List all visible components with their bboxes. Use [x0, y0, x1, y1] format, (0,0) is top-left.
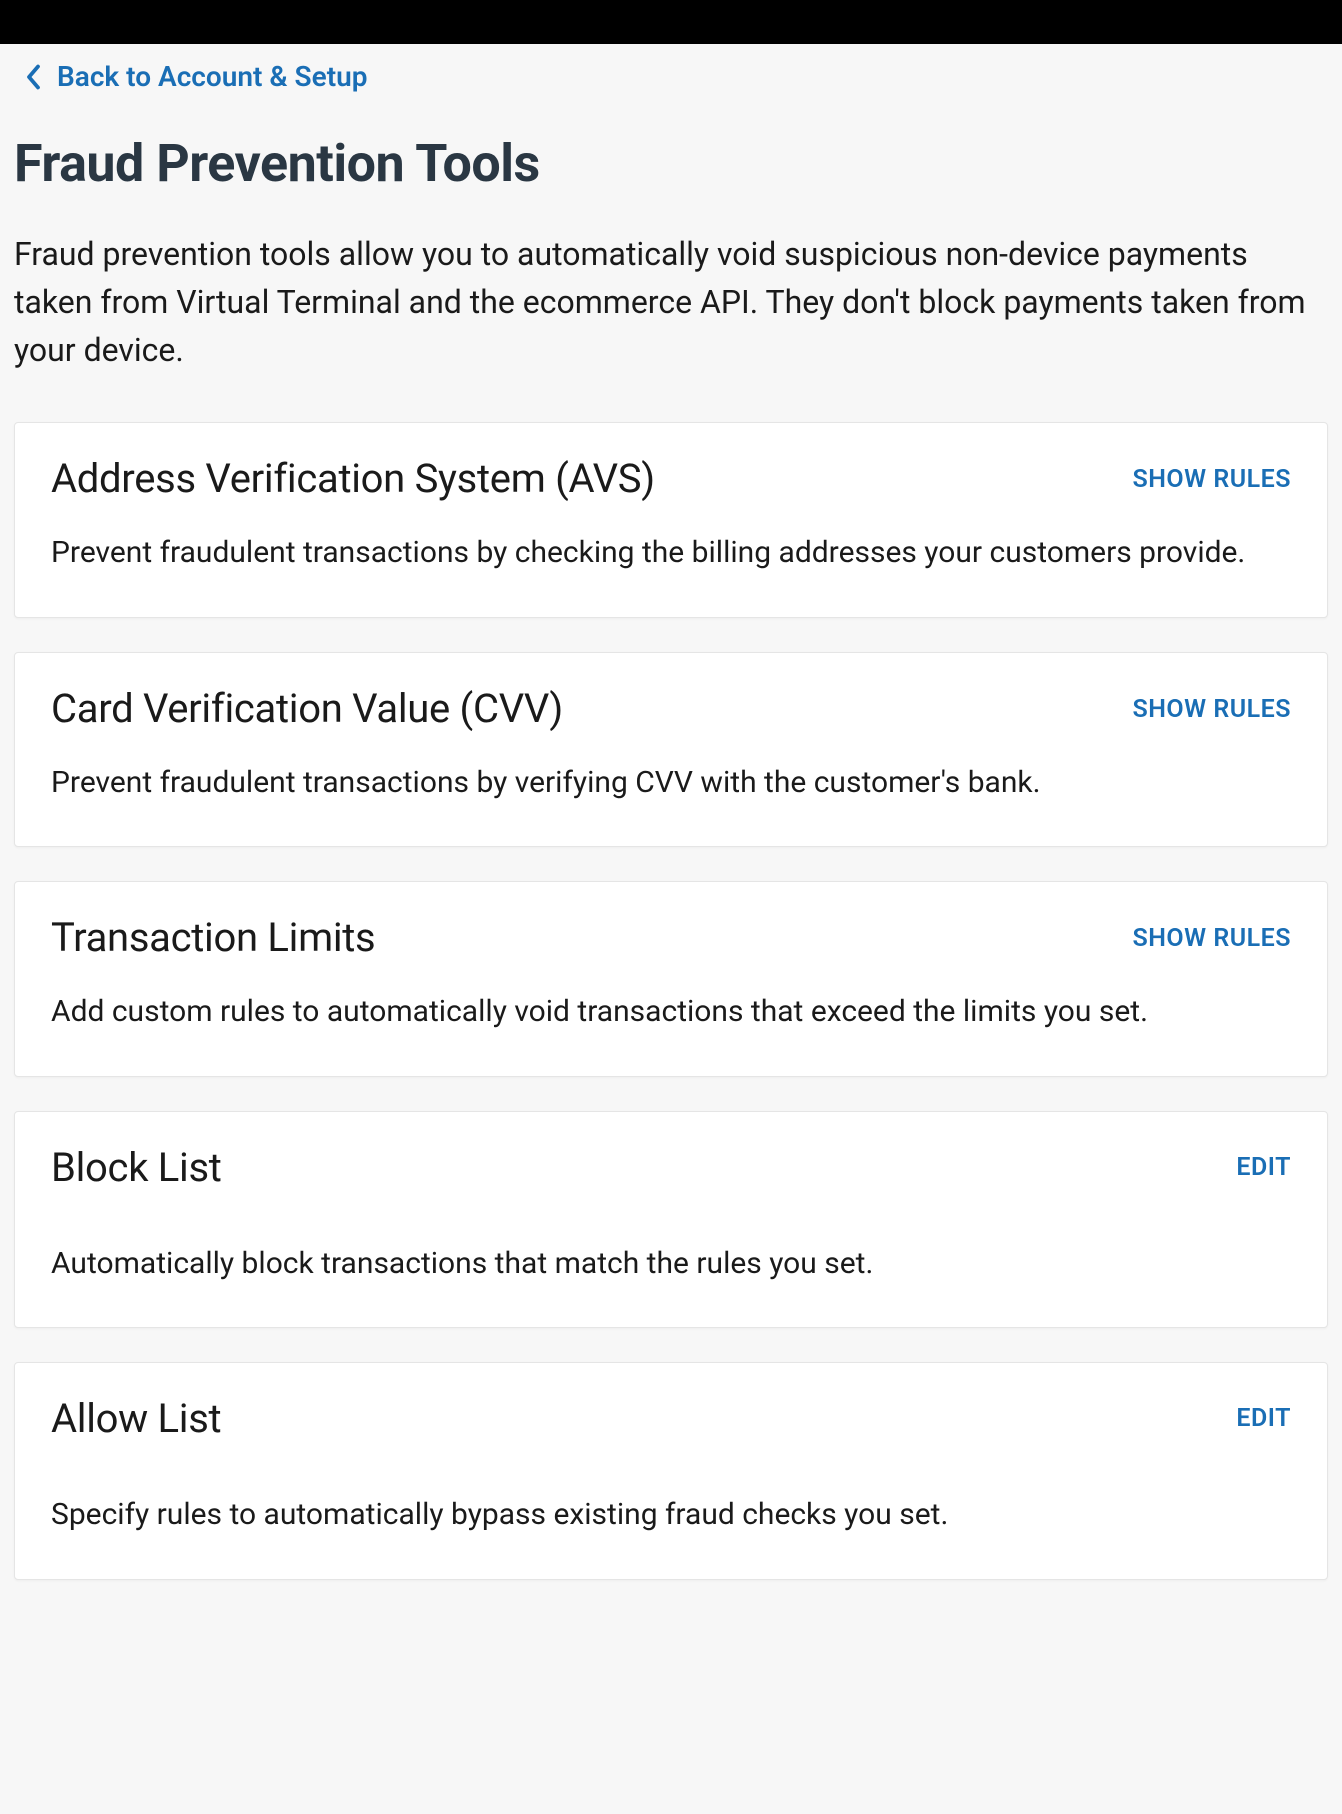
card-cvv-title: Card Verification Value (CVV): [51, 685, 563, 732]
show-rules-button-avs[interactable]: SHOW RULES: [1132, 465, 1291, 494]
show-rules-button-limits[interactable]: SHOW RULES: [1132, 924, 1291, 953]
card-allow-list: Allow List EDIT Specify rules to automat…: [14, 1362, 1328, 1580]
top-bar: [0, 0, 1342, 44]
back-link-label: Back to Account & Setup: [57, 60, 367, 93]
back-link[interactable]: Back to Account & Setup: [14, 60, 367, 93]
card-avs: Address Verification System (AVS) SHOW R…: [14, 422, 1328, 618]
card-cvv: Card Verification Value (CVV) SHOW RULES…: [14, 652, 1328, 848]
card-block-list-title: Block List: [51, 1144, 222, 1191]
card-block-list-description: Automatically block transactions that ma…: [51, 1241, 1291, 1288]
card-avs-header: Address Verification System (AVS) SHOW R…: [51, 455, 1291, 502]
card-allow-list-description: Specify rules to automatically bypass ex…: [51, 1492, 1291, 1539]
page-title: Fraud Prevention Tools: [14, 133, 1328, 194]
card-block-list: Block List EDIT Automatically block tran…: [14, 1111, 1328, 1329]
card-allow-list-title: Allow List: [51, 1395, 221, 1442]
card-avs-title: Address Verification System (AVS): [51, 455, 655, 502]
page-description: Fraud prevention tools allow you to auto…: [14, 230, 1328, 374]
card-cvv-description: Prevent fraudulent transactions by verif…: [51, 760, 1291, 807]
card-limits-title: Transaction Limits: [51, 914, 375, 961]
main-content: Back to Account & Setup Fraud Prevention…: [0, 44, 1342, 1634]
card-cvv-header: Card Verification Value (CVV) SHOW RULES: [51, 685, 1291, 732]
card-transaction-limits: Transaction Limits SHOW RULES Add custom…: [14, 881, 1328, 1077]
card-allow-list-header: Allow List EDIT: [51, 1395, 1291, 1442]
card-limits-description: Add custom rules to automatically void t…: [51, 989, 1291, 1036]
card-avs-description: Prevent fraudulent transactions by check…: [51, 530, 1291, 577]
edit-button-allow-list[interactable]: EDIT: [1236, 1404, 1291, 1433]
edit-button-block-list[interactable]: EDIT: [1236, 1153, 1291, 1182]
show-rules-button-cvv[interactable]: SHOW RULES: [1132, 695, 1291, 724]
card-limits-header: Transaction Limits SHOW RULES: [51, 914, 1291, 961]
card-block-list-header: Block List EDIT: [51, 1144, 1291, 1191]
chevron-left-icon: [26, 64, 41, 90]
